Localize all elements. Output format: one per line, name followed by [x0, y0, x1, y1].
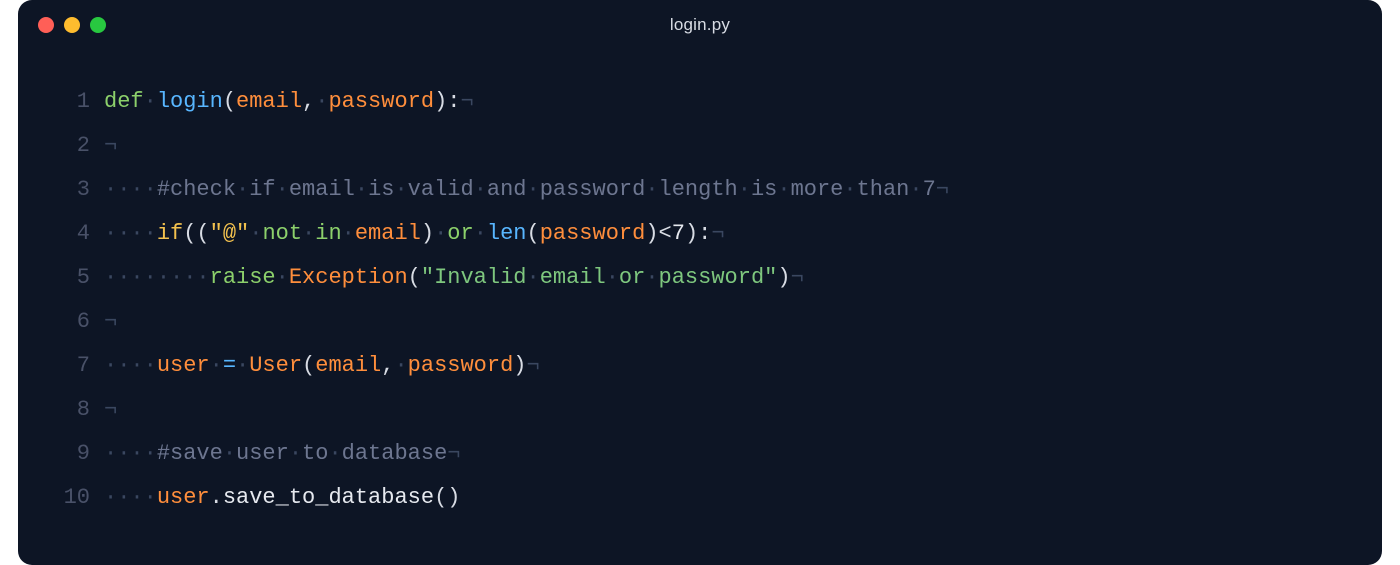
code-line: 6 ¬: [18, 300, 1382, 344]
code-line: 2 ¬: [18, 124, 1382, 168]
code-line: 8 ¬: [18, 388, 1382, 432]
code-content: ¬: [104, 124, 117, 168]
line-number: 7: [18, 344, 104, 388]
titlebar: login.py: [18, 0, 1382, 50]
line-number: 10: [18, 476, 104, 520]
code-content: ····user.save_to_database(): [104, 476, 460, 520]
line-number: 2: [18, 124, 104, 168]
code-content: def·login(email,·password):¬: [104, 80, 474, 124]
line-number: 5: [18, 256, 104, 300]
line-number: 3: [18, 168, 104, 212]
code-line: 1 def·login(email,·password):¬: [18, 80, 1382, 124]
code-line: 9 ····#save·user·to·database¬: [18, 432, 1382, 476]
code-content: ····#save·user·to·database¬: [104, 432, 460, 476]
traffic-lights: [38, 17, 106, 33]
code-line: 5 ········raise·Exception("Invalid·email…: [18, 256, 1382, 300]
code-content: ········raise·Exception("Invalid·email·o…: [104, 256, 804, 300]
code-line: 10 ····user.save_to_database(): [18, 476, 1382, 520]
close-icon[interactable]: [38, 17, 54, 33]
line-number: 8: [18, 388, 104, 432]
code-line: 4 ····if(("@"·not·in·email)·or·len(passw…: [18, 212, 1382, 256]
code-line: 7 ····user·=·User(email,·password)¬: [18, 344, 1382, 388]
minimize-icon[interactable]: [64, 17, 80, 33]
editor-window: login.py 1 def·login(email,·password):¬ …: [18, 0, 1382, 565]
line-number: 6: [18, 300, 104, 344]
line-number: 1: [18, 80, 104, 124]
code-content: ¬: [104, 300, 117, 344]
file-title: login.py: [18, 15, 1382, 35]
code-content: ¬: [104, 388, 117, 432]
code-content: ····if(("@"·not·in·email)·or·len(passwor…: [104, 212, 725, 256]
line-number: 9: [18, 432, 104, 476]
maximize-icon[interactable]: [90, 17, 106, 33]
code-line: 3 ····#check·if·email·is·valid·and·passw…: [18, 168, 1382, 212]
line-number: 4: [18, 212, 104, 256]
code-content: ····user·=·User(email,·password)¬: [104, 344, 540, 388]
code-area[interactable]: 1 def·login(email,·password):¬ 2 ¬ 3 ···…: [18, 50, 1382, 530]
code-content: ····#check·if·email·is·valid·and·passwor…: [104, 168, 949, 212]
